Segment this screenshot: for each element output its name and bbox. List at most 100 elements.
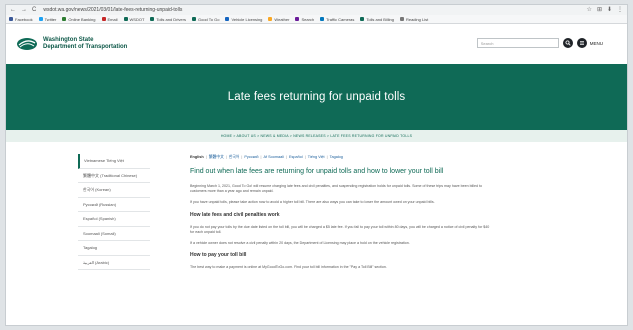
bookmark-item[interactable]: Traffic Cameras [320,17,354,22]
language-separator: | [225,155,227,159]
bookmark-favicon-icon [150,17,155,21]
bookmark-favicon-icon [123,17,128,21]
download-icon[interactable]: ⬇ [607,5,612,15]
bookmark-favicon-icon [101,17,106,21]
language-separator: | [241,155,243,159]
bookmark-item[interactable]: Email [101,17,118,22]
bookmark-item[interactable]: Good To Go [191,16,220,22]
search-icon [565,40,571,46]
language-separator: | [260,155,262,159]
browser-window: ← → C wsdot.wa.gov/news/2021/03/01/late-… [5,4,628,326]
search-input[interactable]: Search [476,38,559,48]
language-link[interactable]: Español [289,155,303,160]
forward-icon[interactable]: → [21,5,27,15]
menu-label[interactable]: MENU [590,41,603,46]
menu-button[interactable] [576,38,587,48]
sidebar-language-item[interactable]: العربية (Arabic) [78,256,150,270]
paragraph-pay: The best way to make a payment is online… [190,265,387,270]
header-tools: Search MENU [476,38,603,48]
bookmark-label: Reading List [405,16,429,22]
language-separator: | [285,155,287,159]
bookmark-item[interactable]: Vehicle Licensing [225,17,262,22]
bookmark-favicon-icon [399,17,404,21]
sidebar-language-item[interactable]: Soomaali (Somali) [78,227,150,241]
bookmark-star-icon[interactable]: ☆ [587,5,592,15]
language-separator: | [205,155,207,159]
hamburger-icon [579,41,584,45]
sidebar-language-item[interactable]: Русский (Russian) [78,198,150,212]
search-button[interactable] [562,38,573,48]
bookmark-favicon-icon [320,17,325,21]
language-link[interactable]: 한국어 [229,155,239,160]
bookmark-favicon-icon [191,17,196,21]
paragraph-fees: If you do not pay your tolls by the due … [190,224,490,234]
bookmark-label: WSDOT [129,16,145,22]
bookmark-label: Good To Go [197,16,220,22]
heading-pay: How to pay your toll bill [190,252,247,259]
bookmark-favicon-icon [268,17,273,21]
article-main: English | 繁體中文 | 한국어 | Русский | Af Soomaali | Esp… [190,155,490,276]
browser-actions: ☆ ⊞ ⬇ ⋮ [587,5,623,15]
page-title: Late fees returning for unpaid tolls [227,91,406,103]
reload-icon[interactable]: C [32,5,36,15]
url-field[interactable]: wsdot.wa.gov/news/2021/03/01/late-fees-r… [43,5,182,15]
language-link[interactable]: Tagalog [330,155,343,160]
sidebar-language-item[interactable]: Tagalog [78,241,150,256]
bookmark-favicon-icon [62,17,67,21]
bookmark-label: Twitter [44,16,57,22]
logo-line-2: Department of Transportation [43,44,128,50]
browser-menu-icon[interactable]: ⋮ [617,5,623,15]
bookmark-item[interactable]: Reading List [399,16,429,22]
language-separator: | [304,155,306,159]
language-link[interactable]: Русский [244,155,258,160]
bookmark-label: Search [301,16,315,22]
bookmark-item[interactable]: Facebook [9,17,33,22]
sidebar-language-item[interactable]: 繁體中文 (Traditional Chinese) [78,169,150,183]
bookmark-item[interactable]: Weather [268,17,289,22]
breadcrumb-text[interactable]: HOME > ABOUT US > NEWS & MEDIA > NEWS RE… [221,134,412,138]
language-link[interactable]: English [190,155,204,160]
logo-text[interactable]: Washington State Department of Transport… [43,37,127,51]
bookmark-favicon-icon [225,17,230,21]
bookmark-label: Tolls and Drivers [156,16,186,22]
bookmark-label: Weather [274,16,290,22]
sidebar-language-item[interactable]: Español (Spanish) [78,212,150,227]
wsdot-logo-icon[interactable] [16,37,38,51]
heading-fees: How late fees and civil penalties work [190,211,280,218]
bookmark-item[interactable]: Tolls and Billing [360,17,394,22]
bookmark-item[interactable]: WSDOT [123,16,145,22]
bookmark-item[interactable]: Search [295,17,314,22]
bookmark-label: Vehicle Licensing [231,16,263,22]
address-bar-row: ← → C wsdot.wa.gov/news/2021/03/01/late-… [6,5,627,15]
bookmark-favicon-icon [38,17,43,21]
page-banner: Late fees returning for unpaid tolls [6,64,627,130]
language-link[interactable]: Af Soomaali [263,155,283,160]
bookmark-label: Online Banking [68,16,96,22]
logo-line-1: Washington State [43,37,94,43]
article-heading: Find out when late fees are returning fo… [190,168,444,175]
bookmark-label: Facebook [15,16,33,22]
language-link[interactable]: Tiếng Việt [308,155,325,160]
bookmark-favicon-icon [295,17,300,21]
breadcrumb: HOME > ABOUT US > NEWS & MEDIA > NEWS RE… [6,130,627,142]
bookmark-label: Tolls and Billing [366,16,394,22]
paragraph-intro: Beginning March 1, 2021, Good To Go! wil… [190,184,482,194]
site-header: Washington State Department of Transport… [6,24,627,64]
content-area: Vietnamese Tiếng Việt 繁體中文 (Traditional C… [6,142,627,325]
bookmark-item[interactable]: Online Banking [62,16,96,22]
language-link[interactable]: 繁體中文 [209,155,224,160]
bookmark-favicon-icon [360,17,365,21]
paragraph-action: If you have unpaid tolls, please take ac… [190,200,435,205]
language-sidebar: Vietnamese Tiếng Việt 繁體中文 (Traditional C… [78,154,150,270]
bookmark-item[interactable]: Tolls and Drivers [150,17,186,22]
sidebar-language-item[interactable]: 한국어 (Korean) [78,183,150,198]
bookmark-item[interactable]: Twitter [38,16,57,22]
bookmark-favicon-icon [9,17,13,21]
sidebar-language-item[interactable]: Vietnamese Tiếng Việt [78,154,150,169]
bookmark-label: Traffic Cameras [326,16,355,22]
language-separator: | [326,155,328,159]
back-icon[interactable]: ← [10,5,16,15]
language-links: English | 繁體中文 | 한국어 | Русский | Af Soomaali | Esp… [190,155,490,160]
extensions-icon[interactable]: ⊞ [597,5,602,15]
bookmarks-bar: Facebook Twitter Online Banking Email WSDOT T… [6,15,627,24]
